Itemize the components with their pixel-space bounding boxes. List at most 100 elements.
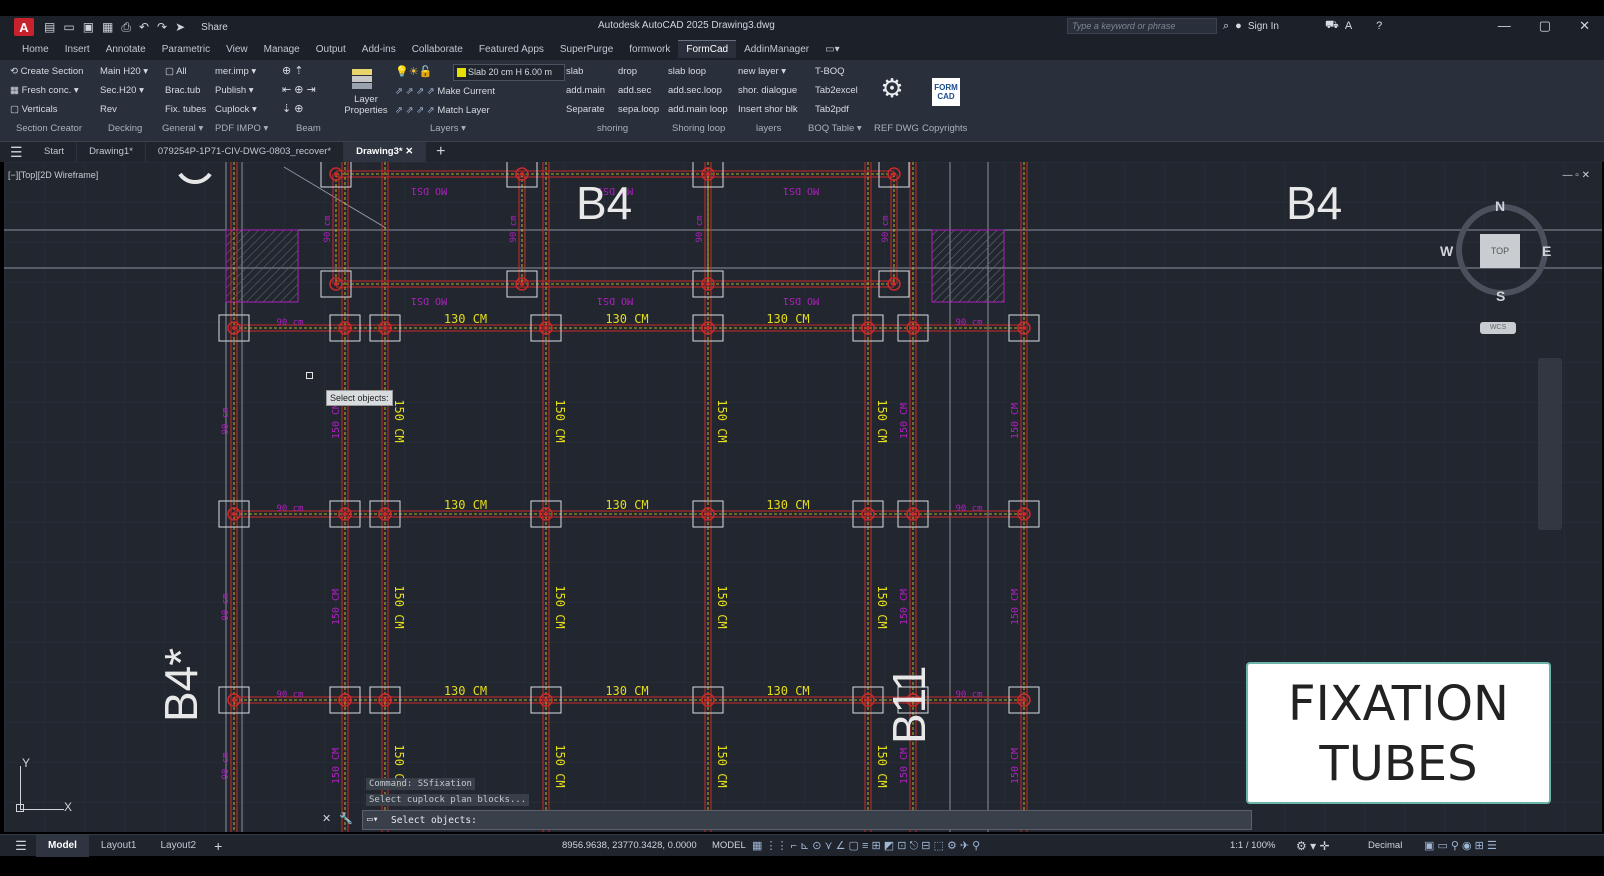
node-center[interactable]: [520, 172, 524, 176]
add-main-loop-button[interactable]: add.main loop: [668, 100, 728, 119]
dimension-mo-ds1[interactable]: MO DS1: [411, 185, 447, 196]
tab2excel-button[interactable]: Tab2excel: [815, 81, 858, 100]
dimension-mo-ds1[interactable]: MO DS1: [783, 295, 819, 306]
close-tab-icon[interactable]: ✕: [405, 146, 413, 157]
node-center[interactable]: [343, 698, 347, 702]
ribbon-tab-annotate[interactable]: Annotate: [98, 41, 154, 58]
dimension-90cm[interactable]: 90 cm: [221, 752, 231, 779]
dimension-130cm[interactable]: 130 CM: [605, 498, 648, 512]
dimension-150cm[interactable]: 150 CM: [392, 585, 406, 628]
close-icon[interactable]: ✕: [1579, 18, 1590, 34]
fix-tubes-button[interactable]: Fix. tubes: [165, 100, 206, 119]
dimension-150cm[interactable]: 150 CM: [1010, 403, 1021, 439]
close-command-icon[interactable]: ✕: [322, 812, 331, 825]
node-center[interactable]: [232, 326, 236, 330]
undo-icon[interactable]: ↶: [139, 20, 149, 34]
dimension-150cm[interactable]: 150 CM: [331, 748, 342, 784]
dimension-90cm[interactable]: 90 cm: [221, 593, 231, 620]
units-selector[interactable]: Decimal: [1368, 840, 1402, 851]
node-center[interactable]: [706, 698, 710, 702]
ribbon-tab-formcad[interactable]: FormCad: [678, 40, 737, 58]
layer-state-icons[interactable]: 💡☀🔓: [395, 65, 432, 78]
ribbon-tab-featured-apps[interactable]: Featured Apps: [471, 41, 552, 58]
layout-tab-layout1[interactable]: Layout1: [89, 835, 149, 857]
help-icon[interactable]: ?: [1376, 20, 1382, 32]
ribbon-tab-addinmanager[interactable]: AddinManager: [736, 41, 817, 58]
node-center[interactable]: [343, 326, 347, 330]
group-general[interactable]: General ▾: [162, 123, 203, 134]
fresh-conc-button[interactable]: ▦ Fresh conc. ▾: [10, 81, 83, 100]
sign-in-button[interactable]: Sign In: [1248, 21, 1279, 32]
model-space-toggle[interactable]: MODEL: [712, 840, 746, 851]
dimension-130cm[interactable]: 130 CM: [766, 684, 809, 698]
node-center[interactable]: [232, 698, 236, 702]
wrench-icon[interactable]: 🔧: [339, 812, 353, 825]
dimension-150cm[interactable]: 150 CM: [1010, 748, 1021, 784]
status-menu-icon[interactable]: ☰: [6, 838, 36, 854]
make-current-button[interactable]: ⇗ ⇗ ⇗ ⇗ Make Current: [395, 82, 495, 101]
dimension-130cm[interactable]: 130 CM: [444, 684, 487, 698]
add-sec-loop-button[interactable]: add.sec.loop: [668, 81, 728, 100]
dimension-mo-ds1[interactable]: MO DS1: [411, 295, 447, 306]
node-center[interactable]: [706, 282, 710, 286]
redo-icon[interactable]: ↷: [157, 20, 167, 34]
beam-tool-1-icon[interactable]: ⊕ ⇡: [282, 62, 316, 81]
group-layers[interactable]: Layers ▾: [430, 123, 466, 134]
ribbon-display-toggle-icon[interactable]: ▭▾: [817, 41, 847, 58]
dimension-130cm[interactable]: 130 CM: [444, 312, 487, 326]
status-tray-icons[interactable]: ▣ ▭ ⚲ ◉ ⊞ ☰: [1424, 839, 1497, 852]
hamburger-icon[interactable]: ☰: [10, 144, 32, 161]
dimension-90cm[interactable]: 90 cm: [955, 690, 982, 700]
group-boq-table[interactable]: BOQ Table ▾: [808, 123, 862, 134]
separate-button[interactable]: Separate: [566, 100, 605, 119]
doc-tab-recover[interactable]: 079254P-1P71-CIV-DWG-0803_recover*: [146, 142, 345, 162]
dimension-90cm[interactable]: 90 cm: [955, 318, 982, 328]
dimension-150cm[interactable]: 150 CM: [715, 744, 729, 787]
viewcube-top-button[interactable]: TOP: [1480, 234, 1520, 268]
dimension-150cm[interactable]: 150 CM: [899, 748, 910, 784]
dimension-130cm[interactable]: 130 CM: [605, 684, 648, 698]
save-as-icon[interactable]: ▦: [102, 20, 113, 34]
viewport-controls-label[interactable]: [−][Top][2D Wireframe]: [8, 170, 98, 180]
node-center[interactable]: [544, 326, 548, 330]
main-h20-button[interactable]: Main H20 ▾: [100, 62, 148, 81]
publish-button[interactable]: Publish ▾: [215, 81, 257, 100]
save-icon[interactable]: ▣: [83, 20, 94, 34]
maximize-icon[interactable]: ▢: [1539, 18, 1551, 34]
ribbon-tab-home[interactable]: Home: [14, 41, 57, 58]
add-main-button[interactable]: add.main: [566, 81, 605, 100]
ribbon-tab-collaborate[interactable]: Collaborate: [404, 41, 471, 58]
node-center[interactable]: [911, 326, 915, 330]
dimension-150cm[interactable]: 150 CM: [392, 399, 406, 442]
drop-button[interactable]: drop: [618, 62, 659, 81]
node-center[interactable]: [544, 512, 548, 516]
node-center[interactable]: [866, 698, 870, 702]
cart-icon[interactable]: ⛟: [1325, 19, 1339, 33]
node-center[interactable]: [383, 698, 387, 702]
minimize-icon[interactable]: —: [1498, 18, 1511, 34]
navigation-bar[interactable]: [1538, 358, 1562, 530]
dimension-150cm[interactable]: 150 CM: [553, 744, 567, 787]
compass-s[interactable]: S: [1496, 288, 1505, 304]
sepa-loop-button[interactable]: sepa.loop: [618, 100, 659, 119]
ribbon-tab-formwork[interactable]: formwork: [621, 41, 678, 58]
dimension-mo-ds1[interactable]: MO DS1: [783, 185, 819, 196]
dimension-90cm[interactable]: 90 cm: [509, 215, 519, 242]
doc-tab-drawing3[interactable]: Drawing3* ✕: [344, 142, 427, 162]
ribbon-tab-manage[interactable]: Manage: [256, 41, 308, 58]
add-sec-button[interactable]: add.sec: [618, 81, 659, 100]
layer-combo[interactable]: Slab 20 cm H 6.00 m: [453, 64, 565, 81]
share-button[interactable]: Share: [201, 22, 228, 33]
sec-h20-button[interactable]: Sec.H20 ▾: [100, 81, 148, 100]
tab2pdf-button[interactable]: Tab2pdf: [815, 100, 858, 119]
new-icon[interactable]: ▤: [44, 20, 55, 34]
dimension-90cm[interactable]: 90 cm: [881, 215, 891, 242]
dimension-150cm[interactable]: 150 CM: [553, 399, 567, 442]
node-center[interactable]: [520, 282, 524, 286]
dimension-90cm[interactable]: 90 cm: [276, 318, 303, 328]
ribbon-tab-superpurge[interactable]: SuperPurge: [552, 41, 621, 58]
match-layer-button[interactable]: ⇗ ⇗ ⇗ ⇗ Match Layer: [395, 101, 495, 120]
slab-loop-button[interactable]: slab loop: [668, 62, 728, 81]
layer-properties-icon[interactable]: [346, 64, 380, 94]
dimension-130cm[interactable]: 130 CM: [444, 498, 487, 512]
